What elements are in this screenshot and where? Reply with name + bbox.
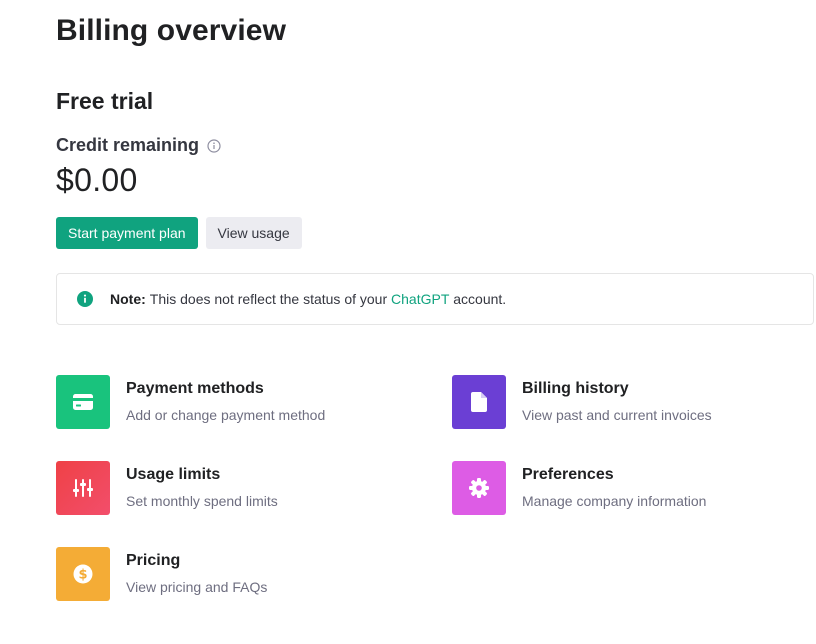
- preferences-card[interactable]: Preferences Manage company information: [452, 461, 706, 515]
- billing-history-desc: View past and current invoices: [522, 407, 712, 423]
- usage-limits-desc: Set monthly spend limits: [126, 493, 278, 509]
- note-label: Note:: [110, 291, 146, 307]
- view-usage-button[interactable]: View usage: [205, 217, 302, 249]
- pricing-desc: View pricing and FAQs: [126, 579, 268, 595]
- info-icon[interactable]: [207, 139, 221, 153]
- billing-history-title: Billing history: [522, 380, 629, 397]
- pricing-card[interactable]: $ Pricing View pricing and FAQs: [56, 547, 267, 601]
- document-icon: [452, 375, 506, 429]
- usage-limits-title: Usage limits: [126, 466, 221, 483]
- preferences-desc: Manage company information: [522, 493, 707, 509]
- dollar-icon: $: [56, 547, 110, 601]
- note-text: This does not reflect the status of your: [149, 291, 388, 307]
- billing-history-card[interactable]: Billing history View past and current in…: [452, 375, 712, 429]
- payment-methods-title: Payment methods: [126, 380, 264, 397]
- pricing-title: Pricing: [126, 552, 181, 569]
- info-circle-icon: [77, 291, 93, 307]
- note-text-end: account.: [453, 291, 507, 307]
- svg-text:$: $: [78, 568, 87, 583]
- action-buttons: Start payment plan View usage: [56, 217, 302, 249]
- start-payment-plan-button[interactable]: Start payment plan: [56, 217, 198, 249]
- credit-remaining-label: Credit remaining: [56, 135, 200, 155]
- usage-limits-card[interactable]: Usage limits Set monthly spend limits: [56, 461, 278, 515]
- credit-card-icon: [56, 375, 110, 429]
- page-title: Billing overview: [56, 14, 286, 47]
- plan-name: Free trial: [56, 88, 154, 114]
- payment-methods-desc: Add or change payment method: [126, 407, 326, 423]
- credit-amount: $0.00: [56, 162, 138, 198]
- chatgpt-link[interactable]: ChatGPT: [391, 291, 449, 307]
- sliders-icon: [56, 461, 110, 515]
- gear-icon: [452, 461, 506, 515]
- preferences-title: Preferences: [522, 466, 614, 483]
- payment-methods-card[interactable]: Payment methods Add or change payment me…: [56, 375, 325, 429]
- note-banner: Note: This does not reflect the status o…: [56, 273, 814, 325]
- credit-label-row: Credit remaining: [56, 135, 221, 156]
